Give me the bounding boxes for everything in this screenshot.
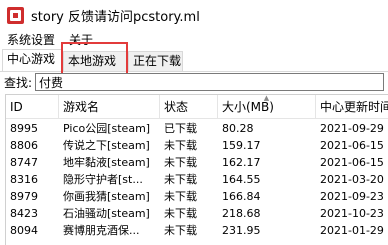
column-header-game-name[interactable]: 游戏名 [59, 95, 160, 119]
cell-update-time: 2021-09-23 0 [320, 190, 388, 203]
cell-id: 8806 [10, 139, 38, 152]
cell-update-time: 2021-03-20 1 [320, 173, 388, 186]
cell-status: 未下载 [164, 139, 197, 152]
table-row[interactable]: 8747 地牢黏液[steam] 未下载 162.17 2021-06-15 1 [6, 154, 388, 171]
search-row: 查找: [0, 72, 388, 94]
sort-ascending-icon: ▲ [263, 95, 270, 102]
cell-update-time: 2021-10-23 0 [320, 207, 388, 220]
cell-size: 218.68 [222, 207, 261, 220]
column-header-update-time[interactable]: 中心更新时间 [316, 95, 388, 119]
cell-status: 未下载 [164, 190, 197, 203]
cell-update-time: 2021-06-15 1 [320, 156, 388, 169]
cell-update-time: 2021-09-29 0 [320, 122, 388, 135]
cell-game-name: 传说之下[steam] [63, 139, 150, 152]
window-title: story 反馈请访问pcstory.ml [31, 10, 200, 25]
cell-size: 166.84 [222, 190, 261, 203]
cell-status: 已下载 [164, 122, 197, 135]
search-label: 查找: [4, 76, 33, 90]
annotation-highlight-box [61, 42, 128, 75]
cell-size: 164.55 [222, 173, 261, 186]
table-row[interactable]: 8979 你画我猜[steam] 未下载 166.84 2021-09-23 0 [6, 188, 388, 205]
cell-update-time: 2021-01-29 1 [320, 224, 388, 237]
cell-status: 未下载 [164, 224, 197, 237]
table-row[interactable]: 8995 Pico公园[steam] 已下载 80.28 2021-09-29 … [6, 120, 388, 137]
column-header-id[interactable]: ID [6, 95, 59, 119]
tab-strip: 中心游戏 本地游戏 正在下载 [0, 48, 388, 72]
cell-game-name: 地牢黏液[steam] [63, 156, 150, 169]
cell-game-name: 隐形守护者[st... [63, 173, 143, 186]
cell-status: 未下载 [164, 156, 197, 169]
search-input[interactable] [35, 73, 384, 91]
cell-id: 8979 [10, 190, 38, 203]
table-row[interactable]: 8806 传说之下[steam] 未下载 159.17 2021-06-15 1 [6, 137, 388, 154]
table-row[interactable]: 8316 隐形守护者[st... 未下载 164.55 2021-03-20 1 [6, 171, 388, 188]
cell-size: 159.17 [222, 139, 261, 152]
cell-status: 未下载 [164, 173, 197, 186]
cell-update-time: 2021-06-15 1 [320, 139, 388, 152]
cell-id: 8747 [10, 156, 38, 169]
menu-bar: 系统设置 关于 [0, 30, 388, 48]
cell-id: 8995 [10, 122, 38, 135]
column-header-size-label: 大小(MB) [222, 100, 274, 114]
cell-size: 231.95 [222, 224, 261, 237]
cell-id: 8316 [10, 173, 38, 186]
title-bar: story 反馈请访问pcstory.ml [0, 0, 388, 30]
cell-game-name: 赛博朋克酒保... [63, 224, 140, 237]
table-row[interactable]: 8423 石油骚动[steam] 未下载 218.68 2021-10-23 0 [6, 205, 388, 222]
table-row[interactable]: 8094 赛博朋克酒保... 未下载 231.95 2021-01-29 1 [6, 222, 388, 239]
column-header-size[interactable]: ▲ 大小(MB) [218, 95, 316, 119]
cell-game-name: 你画我猜[steam] [63, 190, 150, 203]
cell-size: 80.28 [222, 122, 254, 135]
games-table: ID 游戏名 状态 ▲ 大小(MB) 中心更新时间 8995 Pico公园[st… [5, 94, 388, 245]
cell-id: 8094 [10, 224, 38, 237]
menu-system-settings[interactable]: 系统设置 [7, 31, 55, 48]
cell-game-name: 石油骚动[steam] [63, 207, 150, 220]
cell-status: 未下载 [164, 207, 197, 220]
column-header-status[interactable]: 状态 [160, 95, 218, 119]
cell-game-name: Pico公园[steam] [63, 122, 151, 135]
tab-center-games[interactable]: 中心游戏 [2, 49, 63, 72]
cell-id: 8423 [10, 207, 38, 220]
cell-size: 162.17 [222, 156, 261, 169]
app-logo-icon [7, 7, 24, 24]
table-header: ID 游戏名 状态 ▲ 大小(MB) 中心更新时间 [6, 95, 388, 119]
tab-downloading[interactable]: 正在下载 [128, 51, 183, 72]
